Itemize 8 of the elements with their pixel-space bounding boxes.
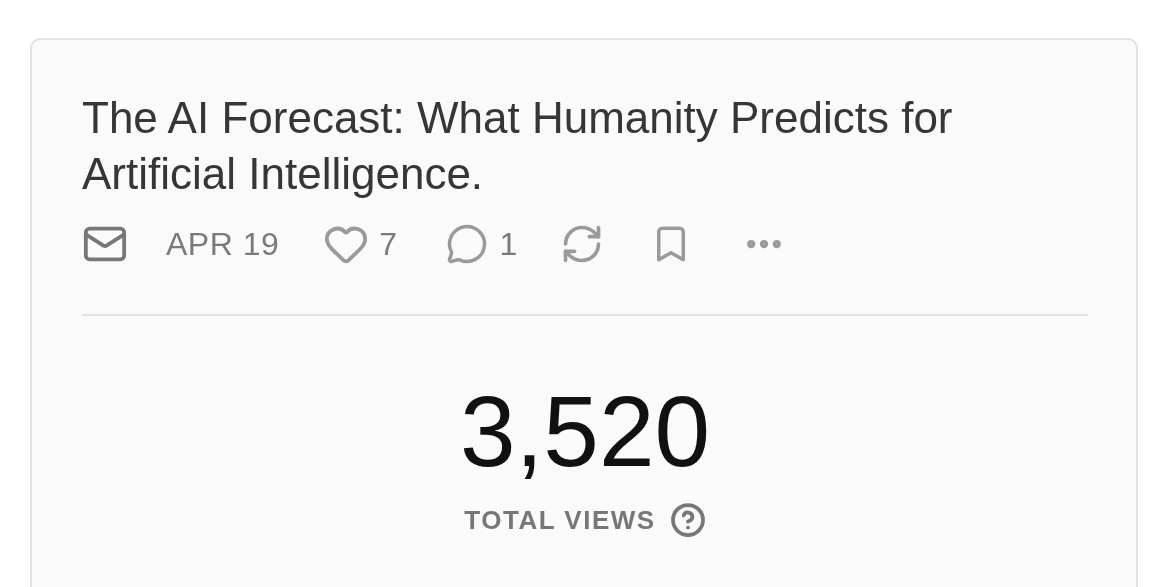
comment-icon[interactable]: [445, 223, 488, 265]
total-views-value: 3,520: [459, 376, 711, 486]
post-title: The AI Forecast: What Humanity Predicts for Artificial Intelligence.: [82, 92, 954, 200]
like-count: 7: [379, 225, 398, 263]
help-icon[interactable]: [669, 502, 706, 538]
post-date: APR 19: [166, 225, 280, 263]
comment-count: 1: [499, 225, 518, 263]
total-views-label: TOTAL VIEWS: [464, 504, 656, 536]
